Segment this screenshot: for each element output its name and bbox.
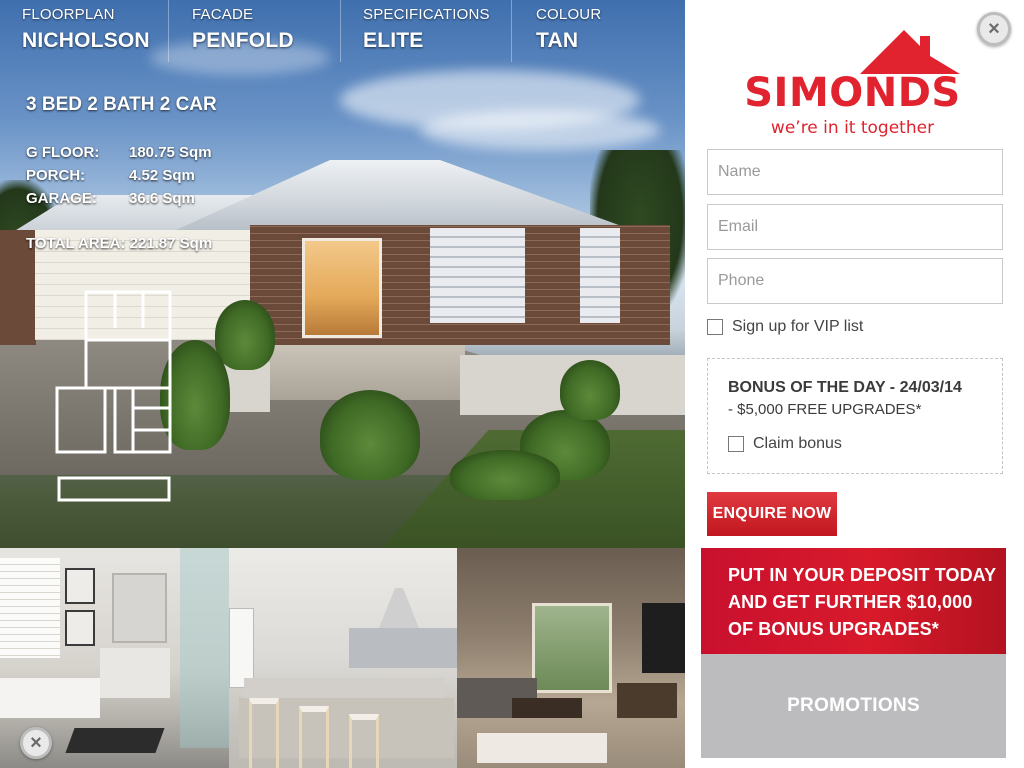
area-row: GARAGE: 36.6 Sqm [26, 190, 195, 207]
divider [340, 0, 341, 62]
bonus-detail: - $5,000 FREE UPGRADES* [728, 401, 922, 418]
deposit-line: PUT IN YOUR DEPOSIT TODAY [728, 565, 997, 585]
spec-facade[interactable]: FACADE PENFOLD [192, 6, 294, 53]
spec-label: FACADE [192, 6, 254, 23]
area-value: 4.52 Sqm [129, 167, 195, 184]
area-value: 180.75 Sqm [129, 144, 212, 161]
spec-label: COLOUR [536, 6, 602, 23]
name-field[interactable] [707, 149, 1003, 195]
total-area: TOTAL AREA: 221.87 Sqm [26, 235, 213, 252]
deposit-line: OF BONUS UPGRADES* [728, 619, 939, 639]
kitchen-thumbnail[interactable] [229, 548, 457, 768]
claim-bonus-checkbox[interactable] [728, 436, 744, 452]
area-row: PORCH: 4.52 Sqm [26, 167, 195, 184]
area-label: GARAGE: [26, 190, 97, 207]
home-summary: 3 BED 2 BATH 2 CAR [26, 94, 217, 115]
area-label: G FLOOR: [26, 144, 100, 161]
brand-logo: SIMONDS we’re in it together [740, 30, 965, 140]
area-value: 36.6 Sqm [129, 190, 195, 207]
claim-bonus-label: Claim bonus [753, 435, 842, 452]
vip-label: Sign up for VIP list [732, 318, 864, 335]
bonus-title: BONUS OF THE DAY - 24/03/14 [728, 379, 962, 396]
area-row: G FLOOR: 180.75 Sqm [26, 144, 212, 161]
email-field[interactable] [707, 204, 1003, 250]
spec-label: FLOORPLAN [22, 6, 115, 23]
floorplan-icon[interactable] [55, 290, 173, 505]
area-label: PORCH: [26, 167, 86, 184]
close-icon: × [30, 732, 42, 754]
claim-bonus-row[interactable]: Claim bonus [728, 435, 842, 453]
spec-floorplan[interactable]: FLOORPLAN NICHOLSON [22, 6, 150, 53]
vip-checkbox-row[interactable]: Sign up for VIP list [707, 318, 863, 336]
spec-value: ELITE [363, 29, 424, 52]
close-panel-button[interactable]: × [977, 12, 1011, 46]
spec-specifications[interactable]: SPECIFICATIONS ELITE [363, 6, 490, 53]
divider [511, 0, 512, 62]
brand-name: SIMONDS [744, 70, 961, 116]
enquire-now-button[interactable]: ENQUIRE NOW [707, 492, 837, 536]
roof-logo-icon [860, 30, 960, 74]
spec-value: PENFOLD [192, 29, 294, 52]
brand-tagline: we’re in it together [770, 118, 935, 138]
spec-value: TAN [536, 29, 579, 52]
spec-colour[interactable]: COLOUR TAN [536, 6, 601, 53]
bonus-box: BONUS OF THE DAY - 24/03/14 - $5,000 FRE… [707, 358, 1003, 474]
divider [168, 0, 169, 62]
phone-field[interactable] [707, 258, 1003, 304]
close-icon: × [988, 18, 1000, 40]
deposit-promo-banner[interactable]: PUT IN YOUR DEPOSIT TODAY AND GET FURTHE… [701, 548, 1006, 654]
living-thumbnail[interactable] [457, 548, 685, 768]
promotions-button[interactable]: PROMOTIONS [701, 654, 1006, 758]
spec-label: SPECIFICATIONS [363, 6, 490, 23]
deposit-line: AND GET FURTHER $10,000 [728, 592, 973, 612]
spec-value: NICHOLSON [22, 29, 150, 52]
enquiry-panel: SIMONDS we’re in it together Sign up for… [685, 0, 1024, 768]
vip-checkbox[interactable] [707, 319, 723, 335]
close-gallery-button[interactable]: × [20, 727, 52, 759]
